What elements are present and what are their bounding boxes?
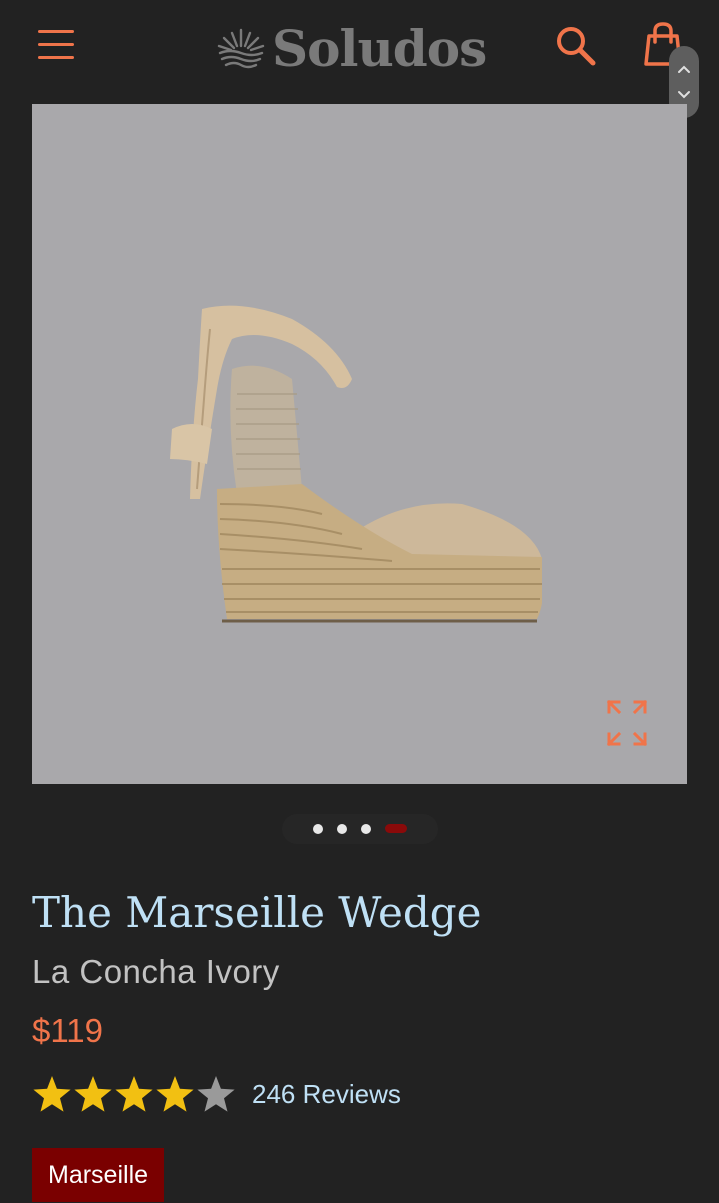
star-icon	[156, 1076, 194, 1112]
product-image	[170, 305, 542, 623]
menu-line	[38, 43, 74, 46]
star-icon	[115, 1076, 153, 1112]
carousel-dot[interactable]	[361, 824, 371, 834]
product-title: The Marseille Wedge	[32, 888, 482, 937]
carousel-dot-active[interactable]	[385, 824, 407, 833]
star-half-icon	[197, 1076, 235, 1112]
sun-wave-logo-icon	[217, 28, 265, 69]
product-image-gallery[interactable]	[32, 104, 687, 784]
chevron-up-icon	[678, 65, 690, 73]
menu-button[interactable]	[38, 30, 76, 64]
menu-line	[38, 30, 74, 33]
product-rating: 246 Reviews	[32, 1072, 401, 1116]
product-color-name: La Concha Ivory	[32, 953, 280, 990]
star-icon	[33, 1076, 71, 1112]
star-rating	[33, 1076, 235, 1112]
star-icon	[74, 1076, 112, 1112]
site-header: Soludos	[0, 0, 719, 118]
reviews-link[interactable]: 246 Reviews	[252, 1079, 401, 1110]
chevron-down-icon	[678, 91, 690, 99]
carousel-dot[interactable]	[313, 824, 323, 834]
expand-arrows-icon	[606, 699, 648, 747]
menu-line	[38, 56, 74, 59]
product-price: $119	[32, 1012, 103, 1049]
variant-option-button[interactable]: Marseille	[32, 1148, 165, 1202]
expand-image-button[interactable]	[606, 699, 648, 747]
brand-name: Soludos	[272, 18, 487, 78]
search-icon	[557, 27, 596, 66]
carousel-indicator	[282, 814, 438, 844]
brand-logo[interactable]: Soludos	[216, 18, 487, 78]
search-button[interactable]	[554, 24, 598, 68]
carousel-dot[interactable]	[337, 824, 347, 834]
